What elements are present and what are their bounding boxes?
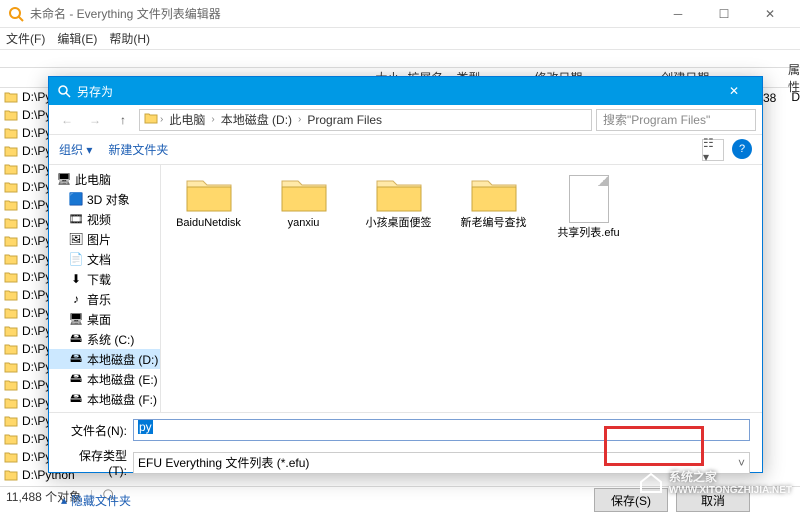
tree-item[interactable]: 🖴本地磁盘 (E:) xyxy=(49,369,160,389)
dialog-toolbar: 组织 ▾ 新建文件夹 ☷ ▾ ? xyxy=(49,135,762,165)
folder-icon xyxy=(4,270,18,284)
folder-icon xyxy=(4,126,18,140)
file-item[interactable]: 新老编号查找 xyxy=(456,175,531,230)
dialog-nav: ← → ↑ › 此电脑 › 本地磁盘 (D:) › Program Files … xyxy=(49,105,762,135)
filename-label: 文件名(N): xyxy=(61,422,133,439)
folder-icon xyxy=(4,180,18,194)
tree-item[interactable]: 🖴系统 (C:) xyxy=(49,329,160,349)
nav-back-button[interactable]: ← xyxy=(55,108,79,132)
help-button[interactable]: ? xyxy=(732,139,752,159)
tree-item[interactable]: 🖴本地磁盘 (F:) xyxy=(49,389,160,409)
folder-icon xyxy=(4,396,18,410)
music-icon: ♪ xyxy=(69,292,83,306)
folder-icon xyxy=(4,198,18,212)
tree-item[interactable]: 🖥此电脑 xyxy=(49,169,160,189)
tree-item[interactable]: 🟦3D 对象 xyxy=(49,189,160,209)
breadcrumb-item[interactable]: 本地磁盘 (D:) xyxy=(217,111,296,128)
view-button[interactable]: ☷ ▾ xyxy=(702,139,724,161)
folder-icon xyxy=(4,324,18,338)
doc-icon: 📄 xyxy=(69,252,83,266)
tree-item[interactable]: ♪音乐 xyxy=(49,289,160,309)
titlebar: 未命名 - Everything 文件列表编辑器 ─ ☐ ✕ xyxy=(0,0,800,28)
folder-icon xyxy=(4,216,18,230)
folder-icon xyxy=(4,108,18,122)
new-folder-button[interactable]: 新建文件夹 xyxy=(108,141,168,158)
save-icon xyxy=(57,84,71,98)
drive-icon: 🖴 xyxy=(69,372,83,386)
folder-icon xyxy=(4,414,18,428)
folder-icon xyxy=(4,144,18,158)
maximize-button[interactable]: ☐ xyxy=(702,0,746,28)
breadcrumb-item[interactable]: 此电脑 xyxy=(165,111,209,128)
dialog-title: 另存为 xyxy=(77,83,714,100)
file-view[interactable]: BaiduNetdisk yanxiu 小孩桌面便签新老编号查找共享列表.efu xyxy=(161,165,762,412)
organize-button[interactable]: 组织 ▾ xyxy=(59,141,92,158)
pc-icon: 🖥 xyxy=(57,172,71,186)
menu-help[interactable]: 帮助(H) xyxy=(109,30,150,47)
drive-icon: 🖴 xyxy=(69,352,83,366)
folder-icon xyxy=(4,360,18,374)
desk-icon: 🖥 xyxy=(69,312,83,326)
folder-tree[interactable]: 🖥此电脑🟦3D 对象🎞视频🖼图片📄文档⬇下载♪音乐🖥桌面🖴系统 (C:)🖴本地磁… xyxy=(49,165,161,412)
folder-icon xyxy=(4,378,18,392)
menubar: 文件(F) 编辑(E) 帮助(H) xyxy=(0,28,800,50)
folder-icon xyxy=(4,306,18,320)
breadcrumb[interactable]: › 此电脑 › 本地磁盘 (D:) › Program Files xyxy=(139,109,592,131)
folder-icon xyxy=(144,111,158,128)
save-button[interactable]: 保存(S) xyxy=(594,488,668,512)
tree-item[interactable]: ⬇下载 xyxy=(49,269,160,289)
close-button[interactable]: ✕ xyxy=(748,0,792,28)
file-item[interactable]: 小孩桌面便签 xyxy=(361,175,436,230)
tree-item[interactable]: 🖥桌面 xyxy=(49,309,160,329)
main-search[interactable] xyxy=(0,50,800,68)
dialog-titlebar: 另存为 ✕ xyxy=(49,77,762,105)
filename-input[interactable]: py xyxy=(133,419,750,441)
folder-icon xyxy=(4,234,18,248)
folder-icon xyxy=(4,468,18,482)
folder-icon xyxy=(4,288,18,302)
filetype-combo[interactable]: EFU Everything 文件列表 (*.efu)˅ xyxy=(133,452,750,474)
tree-item[interactable]: 🖴本地磁盘 (D:) xyxy=(49,349,160,369)
tree-item[interactable]: 🎞视频 xyxy=(49,209,160,229)
tree-item[interactable]: 🖼图片 xyxy=(49,229,160,249)
video-icon: 🎞 xyxy=(69,212,83,226)
app-icon xyxy=(8,6,24,22)
dl-icon: ⬇ xyxy=(69,272,83,286)
minimize-button[interactable]: ─ xyxy=(656,0,700,28)
dialog-search-input[interactable]: 搜索"Program Files" xyxy=(596,109,756,131)
nav-forward-button[interactable]: → xyxy=(83,108,107,132)
tree-item[interactable]: 📄文档 xyxy=(49,249,160,269)
folder-icon xyxy=(4,252,18,266)
drive-icon: 🖴 xyxy=(69,332,83,346)
nav-up-button[interactable]: ↑ xyxy=(111,108,135,132)
breadcrumb-item[interactable]: Program Files xyxy=(303,113,386,127)
cancel-button[interactable]: 取消 xyxy=(676,488,750,512)
3d-icon: 🟦 xyxy=(69,192,83,206)
efu-icon xyxy=(569,175,609,223)
folder-icon xyxy=(4,432,18,446)
save-as-dialog: 另存为 ✕ ← → ↑ › 此电脑 › 本地磁盘 (D:) › Program … xyxy=(48,76,763,473)
filetype-label: 保存类型(T): xyxy=(61,447,133,478)
window-title: 未命名 - Everything 文件列表编辑器 xyxy=(30,5,656,22)
drive-icon: 🖴 xyxy=(69,392,83,406)
folder-icon xyxy=(4,162,18,176)
menu-file[interactable]: 文件(F) xyxy=(6,30,45,47)
folder-icon xyxy=(4,450,18,464)
file-item[interactable]: 共享列表.efu xyxy=(551,175,626,240)
file-item[interactable]: BaiduNetdisk xyxy=(171,175,246,230)
dialog-close-button[interactable]: ✕ xyxy=(714,77,754,105)
menu-edit[interactable]: 编辑(E) xyxy=(57,30,97,47)
folder-icon xyxy=(4,90,18,104)
pic-icon: 🖼 xyxy=(69,232,83,246)
folder-icon xyxy=(4,342,18,356)
tree-item[interactable]: 🖴盒子设计 (G:) xyxy=(49,409,160,412)
file-item[interactable]: yanxiu xyxy=(266,175,341,230)
